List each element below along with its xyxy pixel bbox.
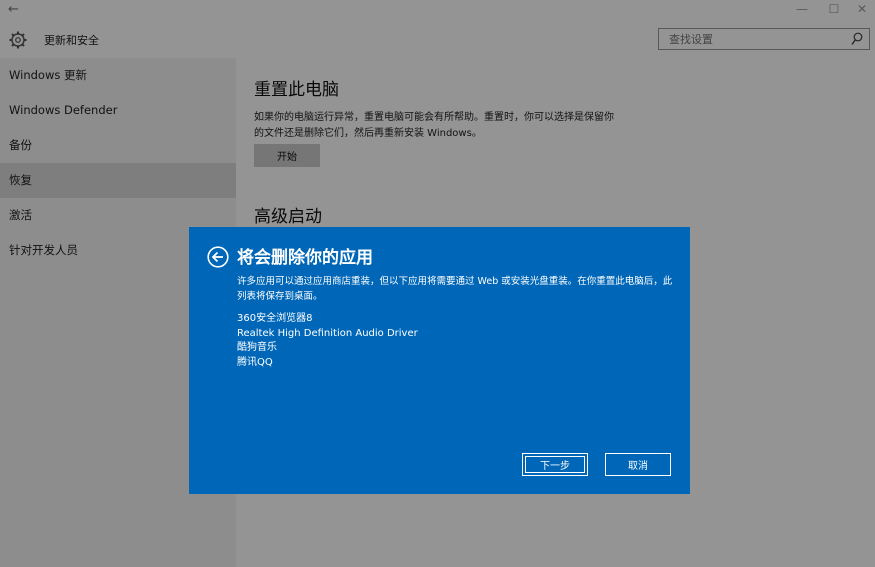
list-item: Realtek High Definition Audio Driver	[237, 327, 418, 339]
remove-apps-dialog: 将会删除你的应用 许多应用可以通过应用商店重装，但以下应用将需要通过 Web 或…	[189, 227, 690, 494]
list-item: 360安全浏览器8	[237, 313, 313, 324]
dialog-back-icon[interactable]	[207, 246, 229, 268]
next-button[interactable]: 下一步	[522, 453, 588, 476]
list-item: 酷狗音乐	[237, 342, 277, 353]
list-item: 腾讯QQ	[237, 356, 273, 368]
dialog-description: 许多应用可以通过应用商店重装，但以下应用将需要通过 Web 或安装光盘重装。在你…	[237, 276, 673, 302]
dialog-title: 将会删除你的应用	[237, 248, 373, 268]
cancel-button[interactable]: 取消	[605, 453, 671, 476]
app-list: 360安全浏览器8 Realtek High Definition Audio …	[237, 312, 418, 370]
